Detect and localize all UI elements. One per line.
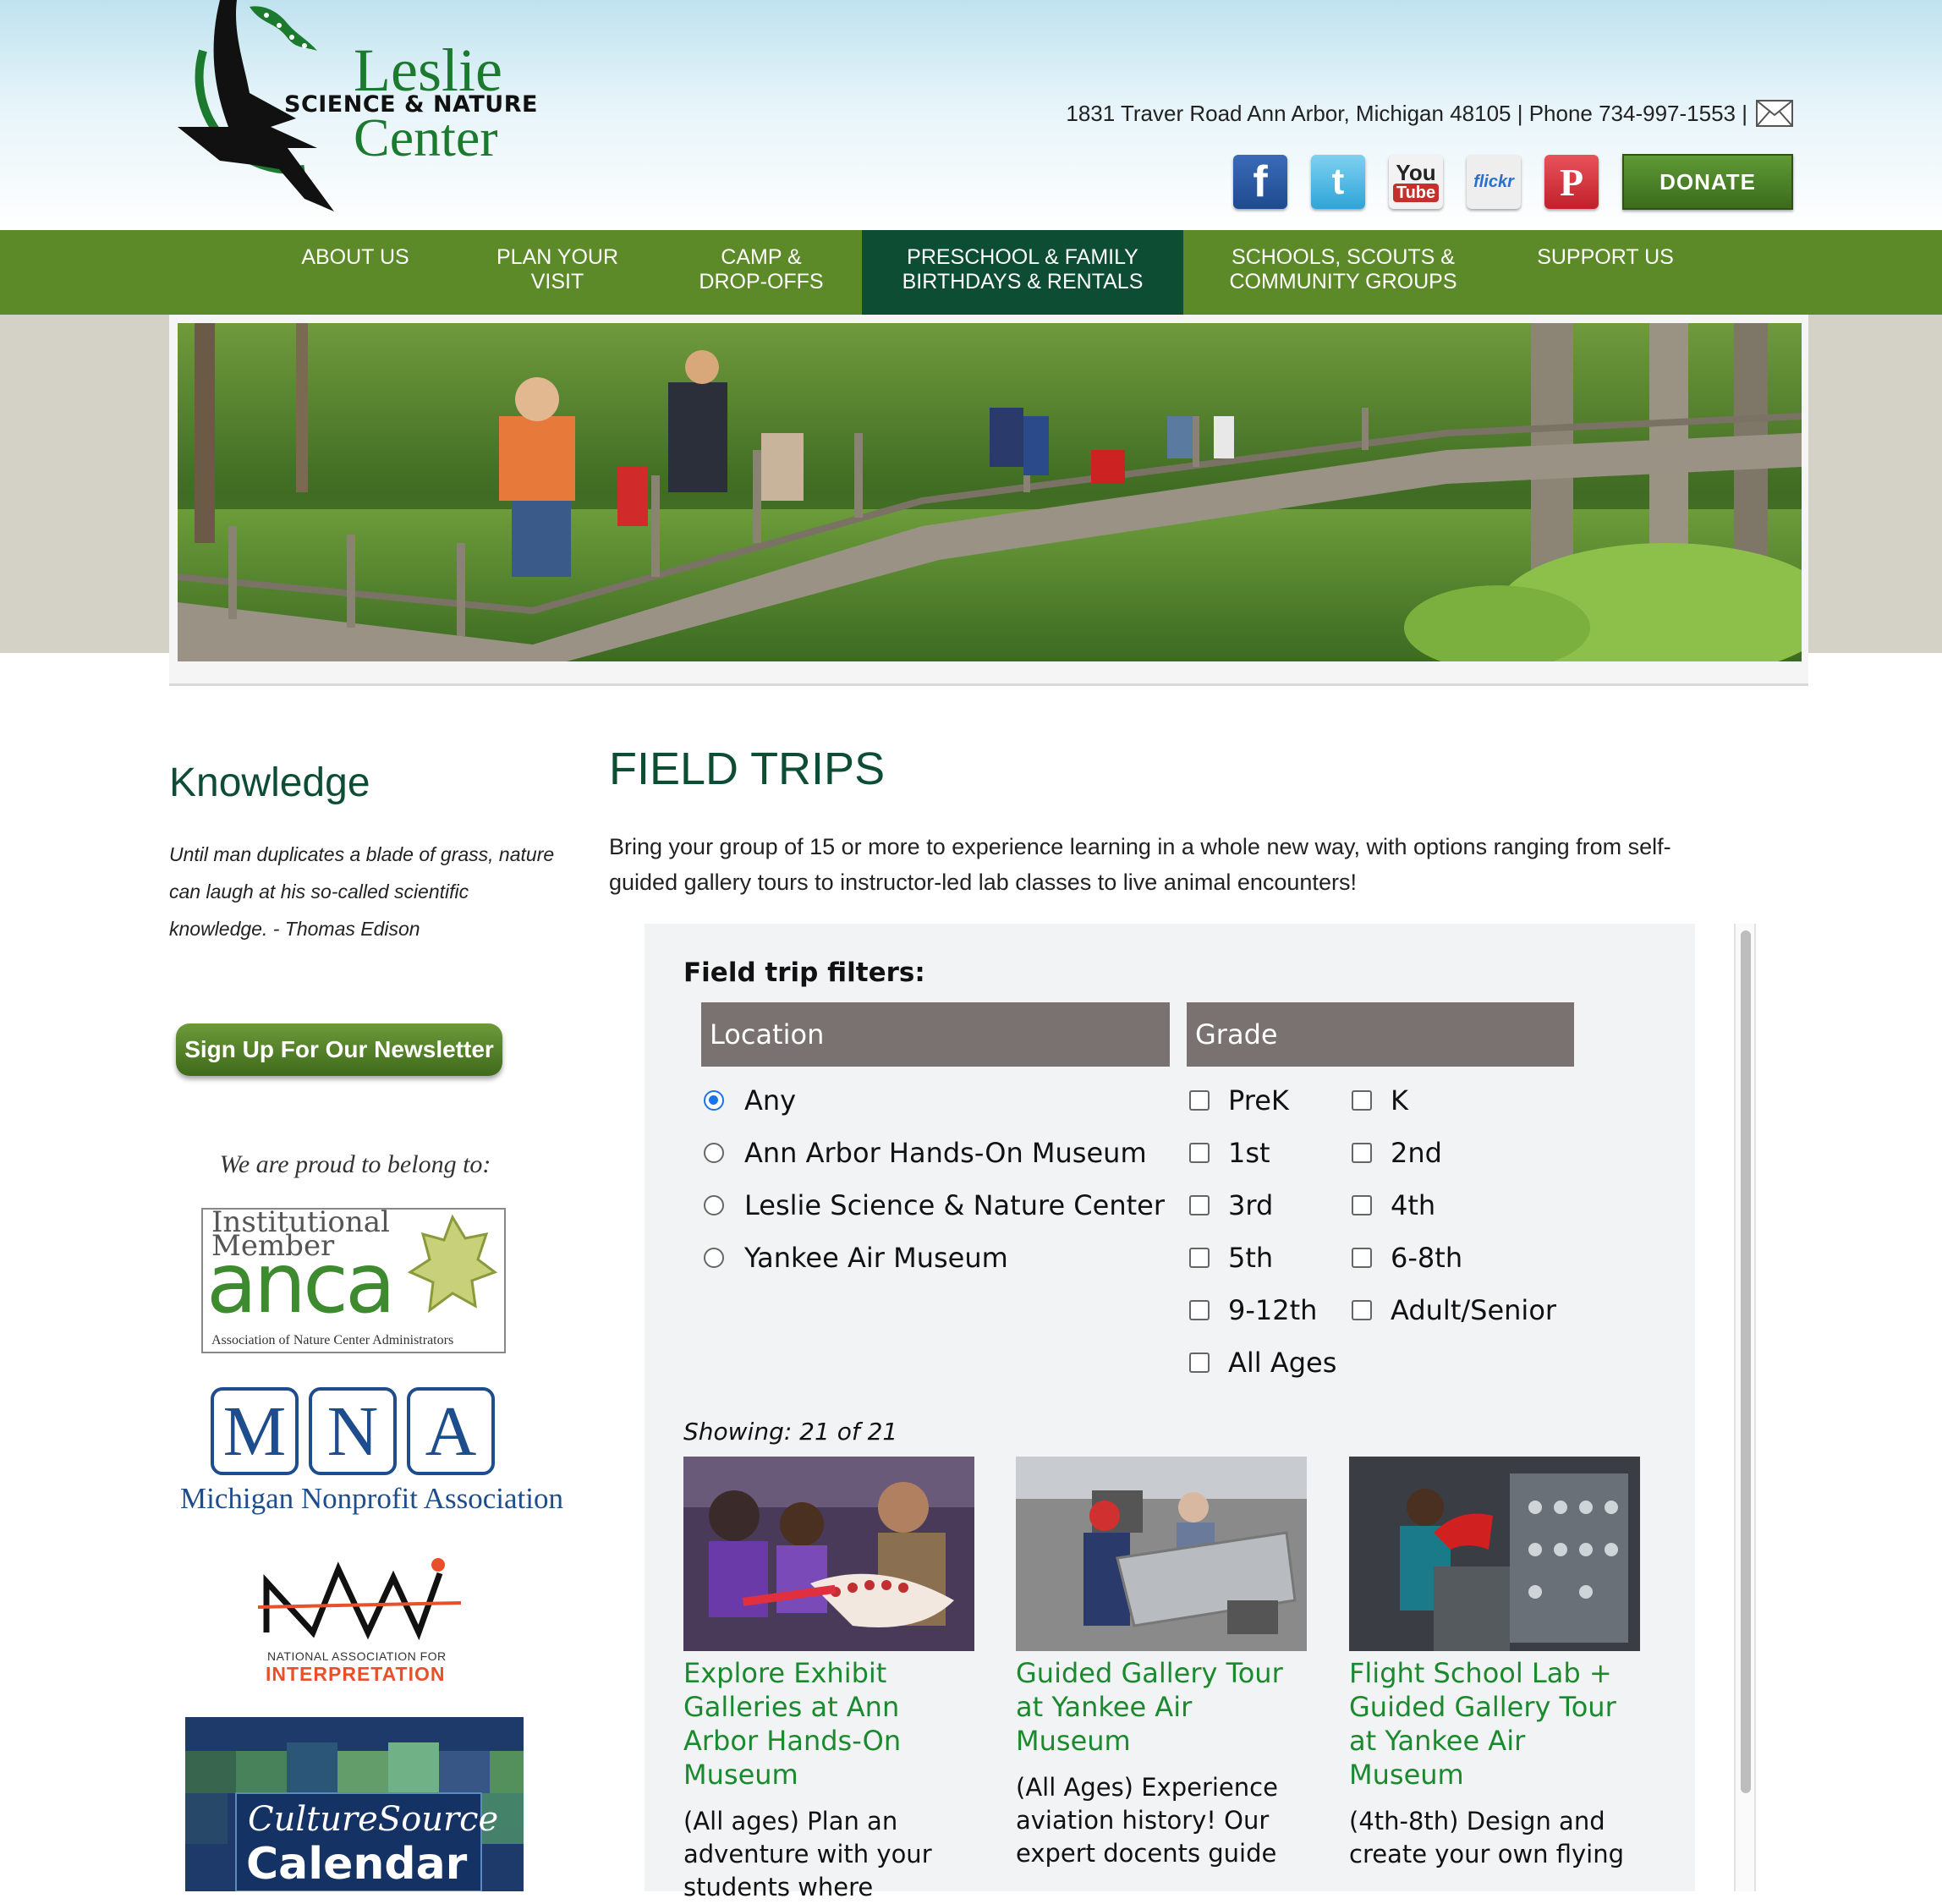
trip-card-description: (All Ages) Experience aviation history! … — [1016, 1773, 1278, 1868]
intro-text: Bring your group of 15 or more to experi… — [609, 834, 1671, 895]
nav-support-us[interactable]: SUPPORT US — [1522, 230, 1688, 315]
membership-heading: We are proud to belong to: — [219, 1150, 491, 1178]
trip-card-title[interactable]: Guided Gallery Tour at Yankee Air Museum — [1016, 1656, 1307, 1758]
trip-card-title[interactable]: Explore Exhibit Galleries at Ann Arbor H… — [683, 1656, 974, 1792]
logo-center: Center — [354, 107, 498, 167]
checkbox[interactable] — [1189, 1353, 1210, 1373]
trip-card-image[interactable] — [1349, 1457, 1640, 1651]
checkbox[interactable] — [1189, 1143, 1210, 1163]
nav-about-us[interactable]: ABOUT US — [288, 230, 423, 315]
nai-logo[interactable]: NATIONAL ASSOCIATION FOR INTERPRETATION — [254, 1556, 465, 1692]
filters-title: Field trip filters: — [683, 957, 925, 988]
results-count: Showing: 21 of 21 — [683, 1418, 898, 1446]
location-filter-header: Location — [701, 1002, 1170, 1067]
newsletter-signup-button[interactable]: Sign Up For Our Newsletter — [176, 1023, 502, 1076]
grade-3rd[interactable]: 3rd — [1189, 1189, 1273, 1221]
trip-card[interactable]: Flight School Lab + Guided Gallery Tour … — [1349, 1457, 1640, 1871]
trip-card[interactable]: Explore Exhibit Galleries at Ann Arbor H… — [683, 1457, 974, 1904]
sidebar-title: Knowledge — [169, 760, 370, 805]
location-option-yankee-air[interactable]: Yankee Air Museum — [704, 1242, 1008, 1274]
nav-preschool-family[interactable]: PRESCHOOL & FAMILY BIRTHDAYS & RENTALS — [862, 230, 1183, 315]
trip-card-title[interactable]: Flight School Lab + Guided Gallery Tour … — [1349, 1656, 1640, 1792]
checkbox[interactable] — [1189, 1248, 1210, 1268]
sidebar-quote: Until man duplicates a blade of grass, n… — [169, 843, 555, 940]
hero-image — [178, 323, 1802, 661]
nav-schools-scouts[interactable]: SCHOOLS, SCOUTS & COMMUNITY GROUPS — [1216, 230, 1470, 315]
anca-logo[interactable]: Institutional Member anca Association of… — [201, 1208, 506, 1353]
trip-card-image[interactable] — [1016, 1457, 1307, 1651]
pinterest-icon[interactable]: P — [1544, 155, 1599, 209]
trip-card-description: (4th-8th) Design and create your own fly… — [1349, 1807, 1625, 1868]
radio-selected[interactable] — [704, 1090, 724, 1111]
grade-6-8th[interactable]: 6-8th — [1352, 1242, 1462, 1274]
oak-leaf-icon — [407, 1214, 498, 1314]
nai-mark-icon — [257, 1558, 462, 1641]
grade-5th[interactable]: 5th — [1189, 1242, 1273, 1274]
panel-scrollbar[interactable] — [1734, 924, 1756, 1891]
radio[interactable] — [704, 1195, 724, 1215]
checkbox[interactable] — [1352, 1300, 1372, 1320]
site-header: Leslie SCIENCE & NATURE Center 1831 Trav… — [0, 0, 1942, 230]
checkbox[interactable] — [1352, 1248, 1372, 1268]
checkbox[interactable] — [1189, 1195, 1210, 1215]
nav-camp-drop-offs[interactable]: CAMP & DROP-OFFS — [685, 230, 837, 315]
checkbox[interactable] — [1189, 1300, 1210, 1320]
contact-info: 1831 Traver Road Ann Arbor, Michigan 481… — [1066, 100, 1793, 127]
grade-all-ages[interactable]: All Ages — [1189, 1347, 1336, 1379]
page-title: FIELD TRIPS — [609, 743, 886, 794]
checkbox[interactable] — [1352, 1090, 1372, 1111]
scrollbar-thumb[interactable] — [1741, 930, 1751, 1793]
youtube-icon[interactable]: You Tube — [1389, 155, 1443, 209]
trip-card[interactable]: Guided Gallery Tour at Yankee Air Museum… — [1016, 1457, 1307, 1870]
radio[interactable] — [704, 1248, 724, 1268]
main-nav: ABOUT US PLAN YOUR VISIT CAMP & DROP-OFF… — [0, 230, 1942, 315]
location-option-hands-on-museum[interactable]: Ann Arbor Hands-On Museum — [704, 1137, 1147, 1169]
grade-adult-senior[interactable]: Adult/Senior — [1352, 1294, 1556, 1326]
culture-source-calendar[interactable]: CultureSource Calendar — [185, 1717, 524, 1891]
mail-icon[interactable] — [1756, 100, 1793, 127]
grade-filter-header: Grade — [1187, 1002, 1574, 1067]
facebook-icon[interactable]: f — [1233, 155, 1287, 209]
checkbox[interactable] — [1189, 1090, 1210, 1111]
nav-plan-your-visit[interactable]: PLAN YOUR VISIT — [479, 230, 636, 315]
checkbox[interactable] — [1352, 1143, 1372, 1163]
site-logo[interactable]: Leslie SCIENCE & NATURE Center — [169, 0, 575, 220]
mna-logo[interactable]: M N A Michigan Nonprofit Association — [173, 1387, 563, 1523]
contact-text: 1831 Traver Road Ann Arbor, Michigan 481… — [1066, 100, 1747, 126]
location-option-any[interactable]: Any — [704, 1084, 796, 1117]
donate-button[interactable]: DONATE — [1622, 154, 1793, 210]
grade-9-12th[interactable]: 9-12th — [1189, 1294, 1317, 1326]
grade-prek[interactable]: PreK — [1189, 1084, 1289, 1117]
location-option-leslie[interactable]: Leslie Science & Nature Center — [704, 1189, 1165, 1221]
trip-card-image[interactable] — [683, 1457, 974, 1651]
radio[interactable] — [704, 1143, 724, 1163]
flickr-icon[interactable]: flickr — [1467, 155, 1521, 209]
grade-2nd[interactable]: 2nd — [1352, 1137, 1442, 1169]
trip-card-description: (All ages) Plan an adventure with your s… — [683, 1807, 932, 1901]
grade-1st[interactable]: 1st — [1189, 1137, 1270, 1169]
grade-k[interactable]: K — [1352, 1084, 1408, 1117]
grade-4th[interactable]: 4th — [1352, 1189, 1435, 1221]
twitter-icon[interactable]: t — [1311, 155, 1365, 209]
checkbox[interactable] — [1352, 1195, 1372, 1215]
social-links: f t You Tube flickr P DONATE — [1233, 154, 1793, 210]
